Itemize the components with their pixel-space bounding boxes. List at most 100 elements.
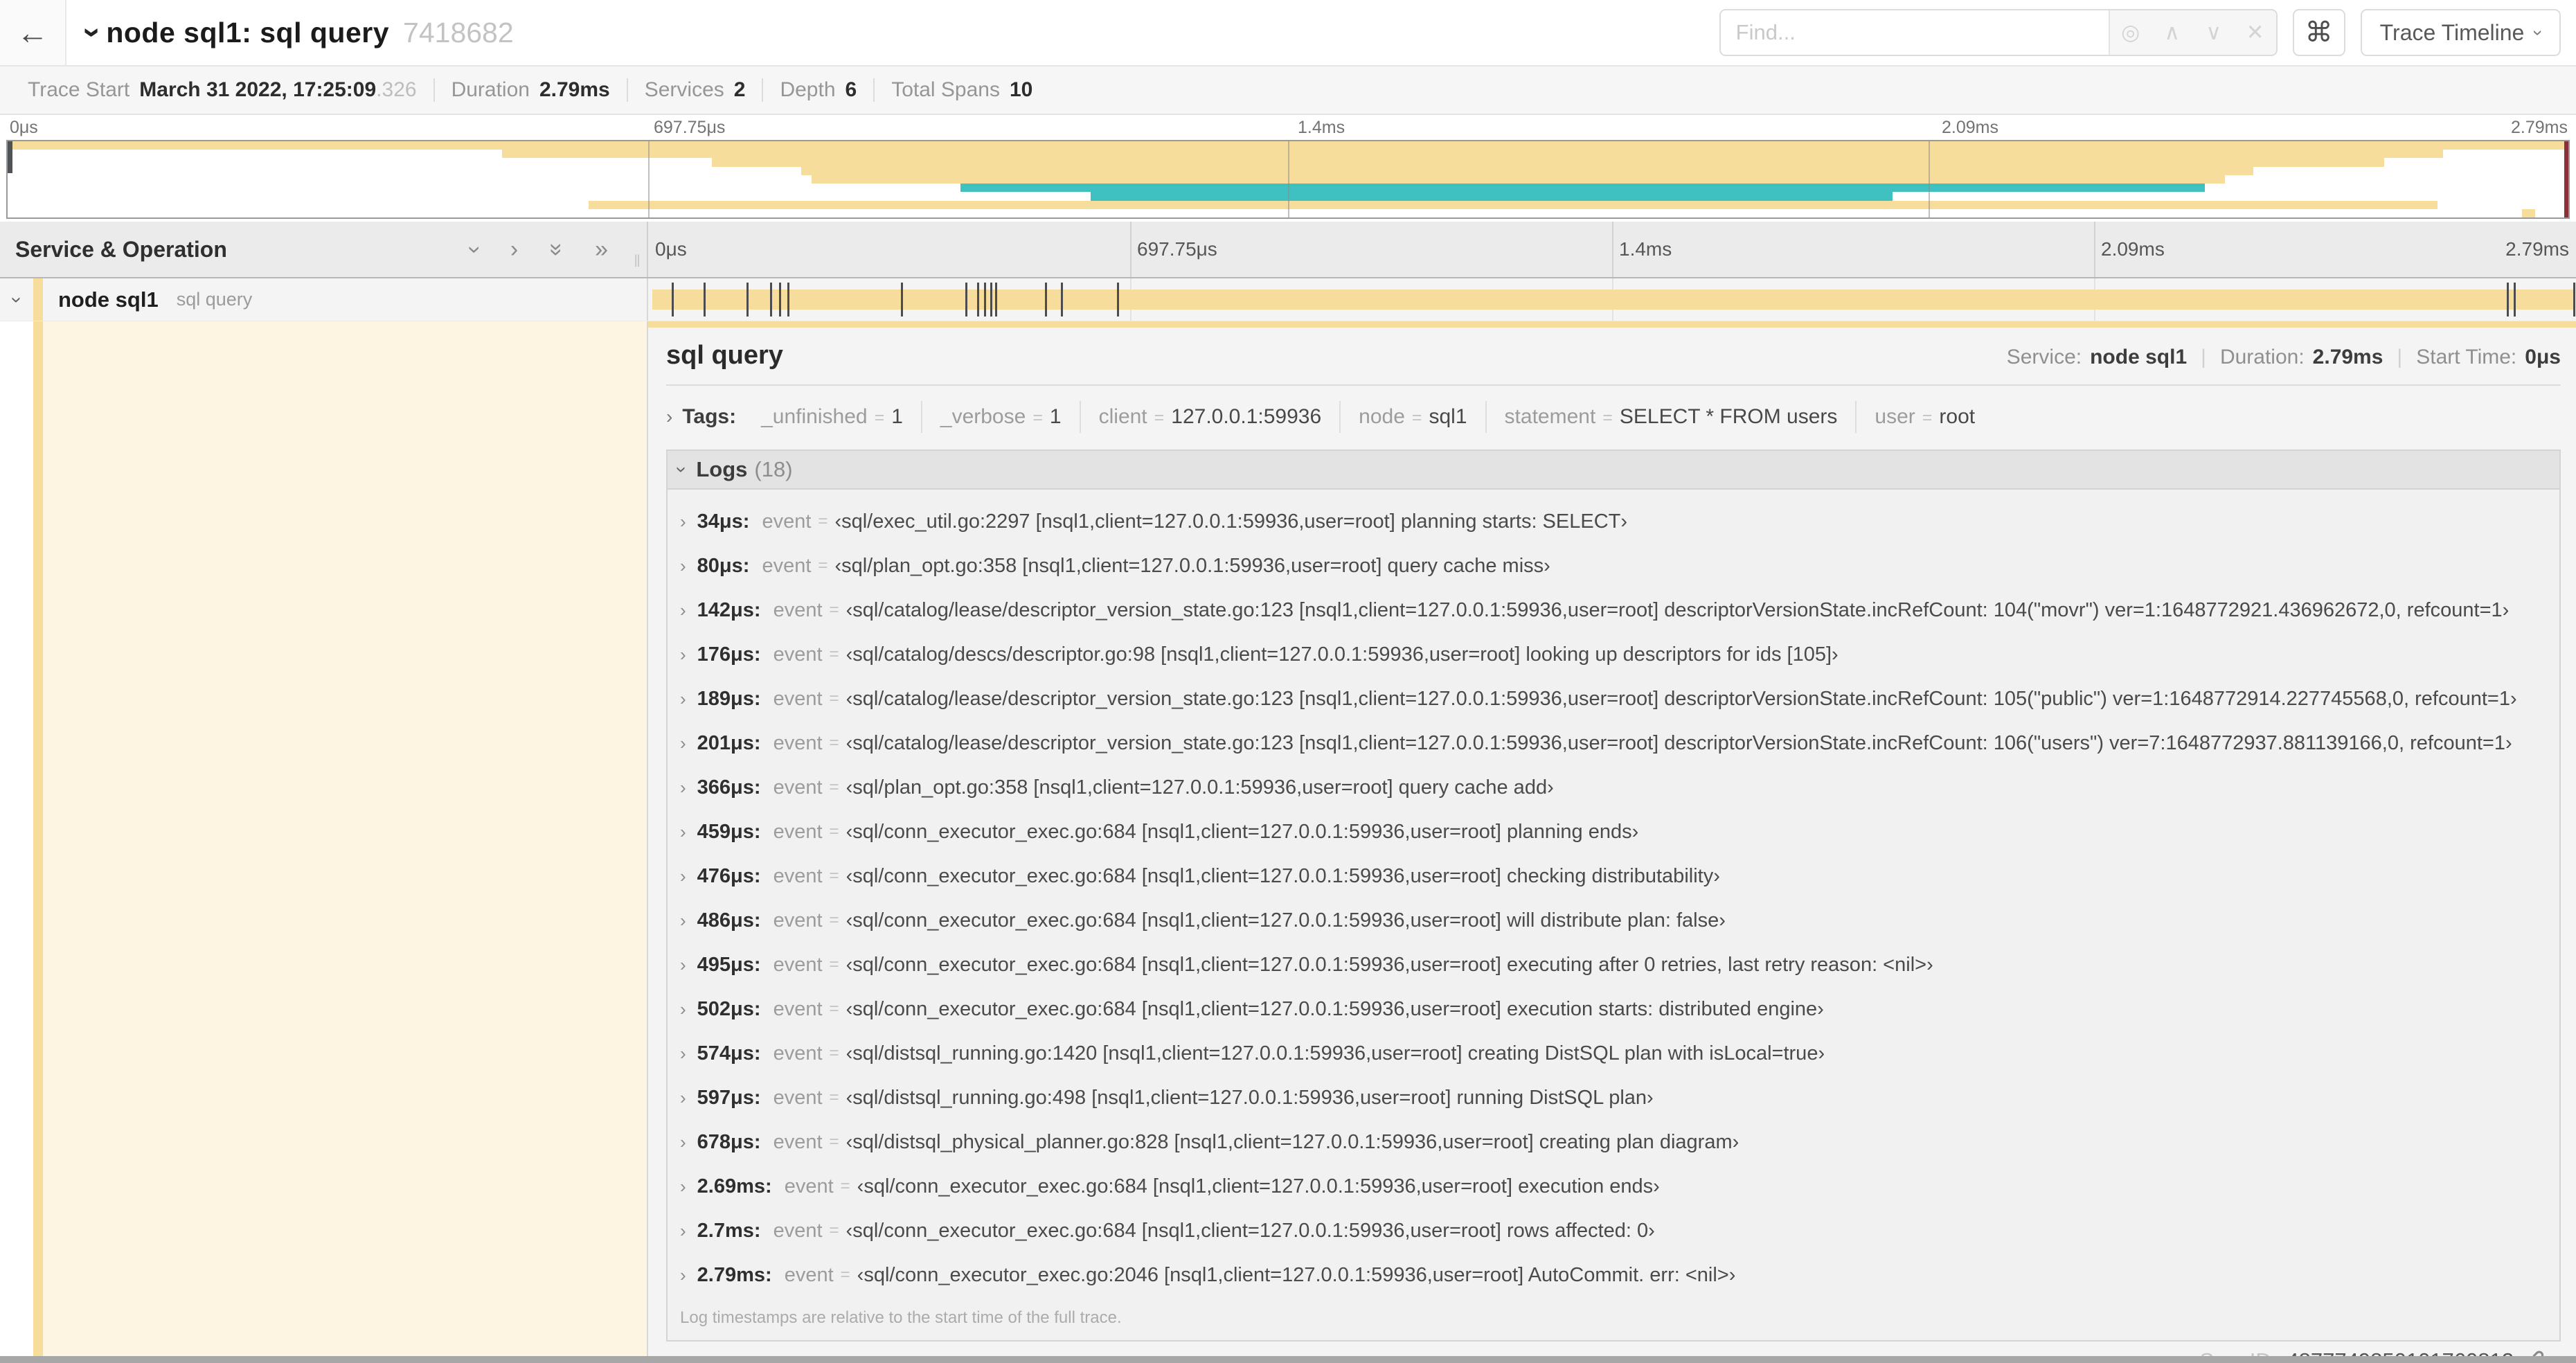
tags-row[interactable]: › Tags: _unfinished = 1 _verbose = 1 client = 12… [666,401,2561,433]
back-button[interactable]: ← [0,0,66,65]
expand-all-icon[interactable]: » [595,236,608,263]
log-row[interactable]: › 597μs: event = ‹sql/distsql_running.go:498… [668,1076,2559,1120]
next-match-icon[interactable]: ∨ [2193,10,2235,55]
log-expand-chevron-icon[interactable]: › [680,555,686,577]
span-detail-area: sql query Service: node sql1 | Duration: 2.7… [0,321,2576,1357]
log-marker-tick[interactable] [965,283,967,317]
span-row-timeline[interactable] [648,278,2576,321]
log-expand-chevron-icon[interactable]: › [680,1220,686,1242]
logs-collapse-chevron-icon[interactable]: › [671,466,693,472]
log-expand-chevron-icon[interactable]: › [680,910,686,932]
log-expand-chevron-icon[interactable]: › [680,999,686,1020]
log-expand-chevron-icon[interactable]: › [680,688,686,710]
log-marker-tick[interactable] [990,283,992,317]
log-marker-tick[interactable] [778,283,781,317]
log-marker-tick[interactable] [787,283,789,317]
log-marker-tick[interactable] [994,283,997,317]
span-row[interactable]: › node sql1 sql query [0,278,2576,321]
log-row[interactable]: › 476μs: event = ‹sql/conn_executor_exec.go:… [668,854,2559,898]
meta-label: Start Time: [2416,346,2517,368]
log-field-value: ‹sql/plan_opt.go:358 [nsql1,client=127.0… [834,554,1550,577]
log-row[interactable]: › 678μs: event = ‹sql/distsql_physical_plann… [668,1120,2559,1164]
minimap-right-scrubber[interactable] [2564,141,2568,217]
trace-id: 7418682 [403,16,514,48]
log-field-key: event [773,731,823,754]
log-expand-chevron-icon[interactable]: › [680,733,686,754]
log-expand-chevron-icon[interactable]: › [680,600,686,621]
log-marker-tick[interactable] [901,283,904,317]
log-expand-chevron-icon[interactable]: › [680,1132,686,1153]
minimap-left-scrubber[interactable] [8,141,12,173]
log-row[interactable]: › 176μs: event = ‹sql/catalog/descs/descript… [668,632,2559,677]
focus-match-icon[interactable]: ◎ [2110,10,2152,55]
timeline-ruler: 0μs 697.75μs 1.4ms 2.09ms 2.79ms [648,222,2576,277]
meta-separator: | [2201,346,2206,368]
prev-match-icon[interactable]: ∧ [2152,10,2193,55]
tag-item: client = 127.0.0.1:59936 [1081,401,1341,433]
find-input[interactable] [1720,10,2109,55]
detail-left-highlight [43,321,647,1357]
log-expand-chevron-icon[interactable]: › [680,1176,686,1197]
log-field-value: ‹sql/conn_executor_exec.go:684 [nsql1,cl… [846,1219,1655,1242]
span-duration-bar[interactable] [652,289,2573,310]
log-row[interactable]: › 2.69ms: event = ‹sql/conn_executor_exec.go… [668,1164,2559,1209]
log-expand-chevron-icon[interactable]: › [680,511,686,533]
log-expand-chevron-icon[interactable]: › [680,1087,686,1109]
log-expand-chevron-icon[interactable]: › [680,954,686,976]
trace-stat: Depth 6 [763,78,875,102]
log-marker-tick[interactable] [769,283,772,317]
log-row[interactable]: › 502μs: event = ‹sql/conn_executor_exec.go:… [668,987,2559,1031]
log-row[interactable]: › 574μs: event = ‹sql/distsql_running.go:142… [668,1031,2559,1076]
log-row[interactable]: › 142μs: event = ‹sql/catalog/lease/descript… [668,588,2559,632]
log-marker-tick[interactable] [2507,283,2510,317]
log-marker-tick[interactable] [976,283,979,317]
collapse-one-icon[interactable]: › [461,245,488,253]
collapse-trace-chevron-icon[interactable]: › [75,27,113,37]
span-collapse-chevron-icon[interactable]: › [6,296,28,303]
log-row[interactable]: › 486μs: event = ‹sql/conn_executor_exec.go:… [668,898,2559,943]
tags-expand-chevron-icon[interactable]: › [666,406,672,428]
log-marker-tick[interactable] [746,283,749,317]
log-marker-tick[interactable] [1060,283,1063,317]
trace-view-label: Trace Timeline [2379,19,2525,45]
trace-stat: Duration 2.79ms [435,78,628,102]
log-row[interactable]: › 459μs: event = ‹sql/conn_executor_exec.go:… [668,810,2559,854]
log-expand-chevron-icon[interactable]: › [680,777,686,799]
log-row[interactable]: › 2.7ms: event = ‹sql/conn_executor_exec.go:… [668,1209,2559,1253]
detail-operation-title: sql query [666,341,783,370]
log-marker-tick[interactable] [2514,283,2516,317]
minimap-tick-label: 2.79ms [2511,118,2568,137]
log-marker-tick[interactable] [671,283,674,317]
trace-stats-bar: Trace Start March 31 2022, 17:25:09.326 Du… [0,66,2576,115]
log-row[interactable]: › 34μs: event = ‹sql/exec_util.go:2297 [nsql… [668,499,2559,544]
log-marker-tick[interactable] [1116,283,1119,317]
collapse-all-icon[interactable]: » [543,243,570,256]
expand-one-icon[interactable]: › [510,236,518,263]
minimap-tick-labels: 0μs 697.75μs 1.4ms 2.09ms 2.79ms [0,115,2576,140]
log-expand-chevron-icon[interactable]: › [680,644,686,666]
log-marker-tick[interactable] [983,283,986,317]
clear-search-icon[interactable]: ✕ [2235,10,2276,55]
log-row[interactable]: › 201μs: event = ‹sql/catalog/lease/descript… [668,721,2559,765]
log-row[interactable]: › 495μs: event = ‹sql/conn_executor_exec.go:… [668,943,2559,987]
minimap-tick-label: 1.4ms [1298,118,1345,137]
log-row[interactable]: › 2.79ms: event = ‹sql/conn_executor_exec.go… [668,1253,2559,1297]
logs-header[interactable]: › Logs (18) [668,451,2559,490]
log-marker-tick[interactable] [1044,283,1047,317]
logs-list: › 34μs: event = ‹sql/exec_util.go:2297 [nsql… [668,490,2559,1297]
log-row[interactable]: › 80μs: event = ‹sql/plan_opt.go:358 [nsql1,… [668,544,2559,588]
log-marker-tick[interactable] [2573,283,2575,317]
log-marker-tick[interactable] [703,283,706,317]
log-row[interactable]: › 189μs: event = ‹sql/catalog/lease/descript… [668,677,2559,721]
log-expand-chevron-icon[interactable]: › [680,1265,686,1286]
trace-view-selector[interactable]: Trace Timeline › [2360,9,2561,56]
log-row[interactable]: › 366μs: event = ‹sql/plan_opt.go:358 [nsql1… [668,765,2559,810]
column-resizer-grip[interactable]: ‖ [634,252,643,271]
log-expand-chevron-icon[interactable]: › [680,1043,686,1064]
minimap-canvas[interactable] [6,140,2570,219]
log-expand-chevron-icon[interactable]: › [680,866,686,887]
keyboard-shortcuts-button[interactable]: ⌘ [2292,9,2345,56]
log-expand-chevron-icon[interactable]: › [680,821,686,843]
log-field-value: ‹sql/conn_executor_exec.go:2046 [nsql1,c… [857,1263,1736,1286]
log-timestamp: 366μs: [697,776,761,799]
